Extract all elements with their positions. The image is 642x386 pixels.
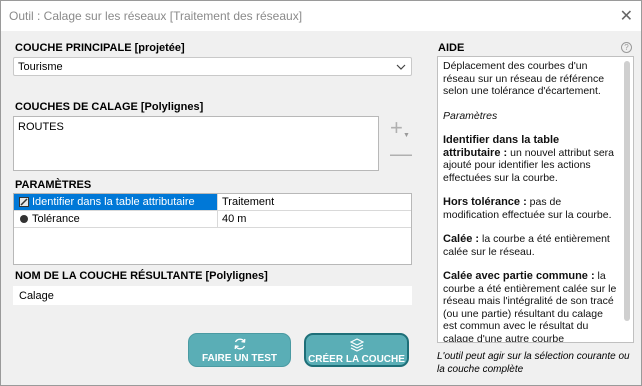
aide-paragraph: Calée avec partie commune : la courbe a … — [443, 270, 617, 343]
scrollbar[interactable] — [624, 61, 630, 321]
chevron-down-icon — [396, 64, 406, 70]
parameter-row-identifier[interactable]: Identifier dans la table attributaire Tr… — [14, 194, 411, 211]
add-layer-button[interactable]: + — [390, 117, 403, 139]
main-layer-value: Tourisme — [18, 61, 63, 73]
dialog-window: Outil : Calage sur les réseaux [Traiteme… — [0, 0, 642, 386]
refresh-icon — [234, 338, 245, 350]
calage-layers-label: COUCHES DE CALAGE [Polylignes] — [15, 101, 204, 113]
aide-panel[interactable]: Déplacement des courbes d'un réseau sur … — [437, 56, 634, 343]
aide-label: AIDE — [438, 42, 465, 54]
title-bar: Outil : Calage sur les réseaux [Traiteme… — [1, 1, 641, 31]
aide-params-title: Paramètres — [443, 109, 498, 122]
parameter-row-tolerance[interactable]: Tolérance 40 m — [14, 211, 411, 228]
parameter-name-cell[interactable]: Identifier dans la table attributaire — [14, 194, 218, 210]
calage-layers-list[interactable]: ROUTES — [13, 116, 379, 171]
result-layer-input[interactable]: Calage — [13, 286, 412, 305]
aide-text: Déplacement des courbes d'un réseau sur … — [443, 60, 619, 343]
close-icon[interactable]: ✕ — [620, 6, 633, 26]
add-dropdown-icon[interactable]: ▼ — [403, 132, 410, 139]
parameter-name-cell[interactable]: Tolérance — [14, 211, 218, 227]
aide-paragraph: Hors tolérance : pas de modification eff… — [443, 196, 612, 221]
parameter-name: Identifier dans la table attributaire — [32, 196, 195, 208]
parameters-label: PARAMÈTRES — [15, 179, 92, 191]
test-button[interactable]: FAIRE UN TEST — [188, 333, 291, 367]
result-layer-value: Calage — [19, 290, 54, 302]
create-layer-button[interactable]: CRÉER LA COUCHE — [304, 333, 409, 367]
parameters-grid: Identifier dans la table attributaire Tr… — [13, 193, 412, 265]
edit-field-icon — [19, 197, 29, 207]
bullet-icon — [20, 215, 28, 223]
test-button-label: FAIRE UN TEST — [201, 353, 277, 364]
layers-icon — [349, 338, 364, 352]
parameter-value[interactable]: Traitement — [222, 196, 274, 208]
aide-paragraph: Identifier dans la table attributaire : … — [443, 134, 615, 184]
main-layer-label: COUCHE PRINCIPALE [projetée] — [15, 42, 185, 54]
create-button-label: CRÉER LA COUCHE — [308, 354, 405, 365]
list-item[interactable]: ROUTES — [18, 121, 64, 133]
main-layer-select[interactable]: Tourisme — [13, 57, 412, 76]
footer-note: L'outil peut agir sur la sélection coura… — [437, 351, 630, 375]
aide-intro: Déplacement des courbes d'un réseau sur … — [443, 60, 605, 97]
aide-paragraph: Calée : la courbe a été entièrement calé… — [443, 233, 610, 258]
parameter-name: Tolérance — [32, 213, 80, 225]
help-icon[interactable]: ? — [621, 42, 632, 53]
parameter-value[interactable]: 40 m — [222, 213, 246, 225]
remove-layer-button[interactable]: — — [390, 143, 412, 165]
window-title: Outil : Calage sur les réseaux [Traiteme… — [9, 9, 303, 23]
result-layer-label: NOM DE LA COUCHE RÉSULTANTE [Polylignes] — [15, 270, 268, 282]
